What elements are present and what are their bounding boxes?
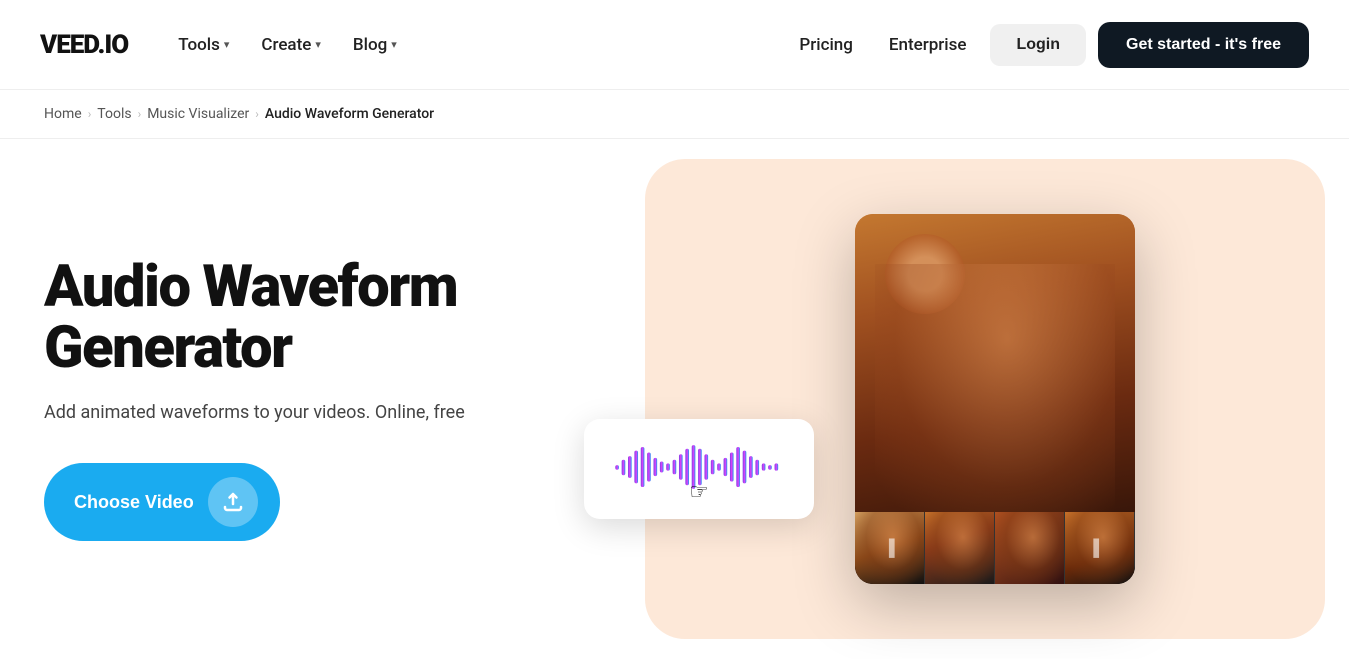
nav-right: Pricing Enterprise Login Get started - i…: [787, 22, 1309, 68]
chevron-down-icon: ▾: [391, 38, 397, 51]
nav-pricing[interactable]: Pricing: [787, 27, 865, 63]
film-cell-3: [995, 512, 1065, 584]
breadcrumb-music-visualizer[interactable]: Music Visualizer: [147, 106, 249, 122]
chevron-down-icon: ▾: [224, 38, 230, 51]
cursor-hand-icon: ☞: [689, 480, 709, 505]
film-icon-1: ▐: [855, 512, 924, 584]
hero-title: Audio Waveform Generator: [44, 257, 524, 379]
hero-subtitle: Add animated waveforms to your videos. O…: [44, 402, 524, 423]
breadcrumb-sep-1: ›: [88, 107, 92, 121]
breadcrumb-tools[interactable]: Tools: [97, 106, 131, 122]
nav-create[interactable]: Create ▾: [247, 27, 335, 63]
waveform-card: ☞: [584, 419, 814, 519]
breadcrumb: Home › Tools › Music Visualizer › Audio …: [0, 90, 1349, 139]
nav-enterprise[interactable]: Enterprise: [877, 27, 979, 63]
navbar: VEED.IO Tools ▾ Create ▾ Blog ▾ Pricing …: [0, 0, 1349, 90]
nav-left: Tools ▾ Create ▾ Blog ▾: [164, 27, 779, 63]
nav-tools-label: Tools: [178, 35, 220, 55]
breadcrumb-sep-3: ›: [255, 107, 259, 121]
logo[interactable]: VEED.IO: [40, 30, 128, 60]
chevron-down-icon: ▾: [315, 38, 321, 51]
film-cell-2: [925, 512, 995, 584]
hero-visual: ☞ ▐ ▌: [524, 199, 1305, 599]
nav-create-label: Create: [261, 35, 311, 55]
filmstrip: ▐ ▌: [855, 512, 1135, 584]
hero-section: Audio Waveform Generator Add animated wa…: [0, 139, 1349, 659]
film-icon-4: ▌: [1065, 512, 1134, 584]
get-started-button[interactable]: Get started - it's free: [1098, 22, 1309, 68]
hero-text: Audio Waveform Generator Add animated wa…: [44, 257, 524, 542]
choose-video-button[interactable]: Choose Video: [44, 463, 280, 541]
nav-blog-label: Blog: [353, 35, 387, 55]
breadcrumb-home[interactable]: Home: [44, 106, 82, 122]
choose-video-label: Choose Video: [74, 492, 194, 513]
film-cell-4: ▌: [1065, 512, 1135, 584]
nav-tools[interactable]: Tools ▾: [164, 27, 243, 63]
nav-blog[interactable]: Blog ▾: [339, 27, 411, 63]
breadcrumb-current: Audio Waveform Generator: [265, 106, 434, 122]
login-button[interactable]: Login: [990, 24, 1086, 66]
film-cell-1: ▐: [855, 512, 925, 584]
breadcrumb-sep-2: ›: [138, 107, 142, 121]
video-preview-card: ▐ ▌: [855, 214, 1135, 584]
upload-icon: [208, 477, 258, 527]
